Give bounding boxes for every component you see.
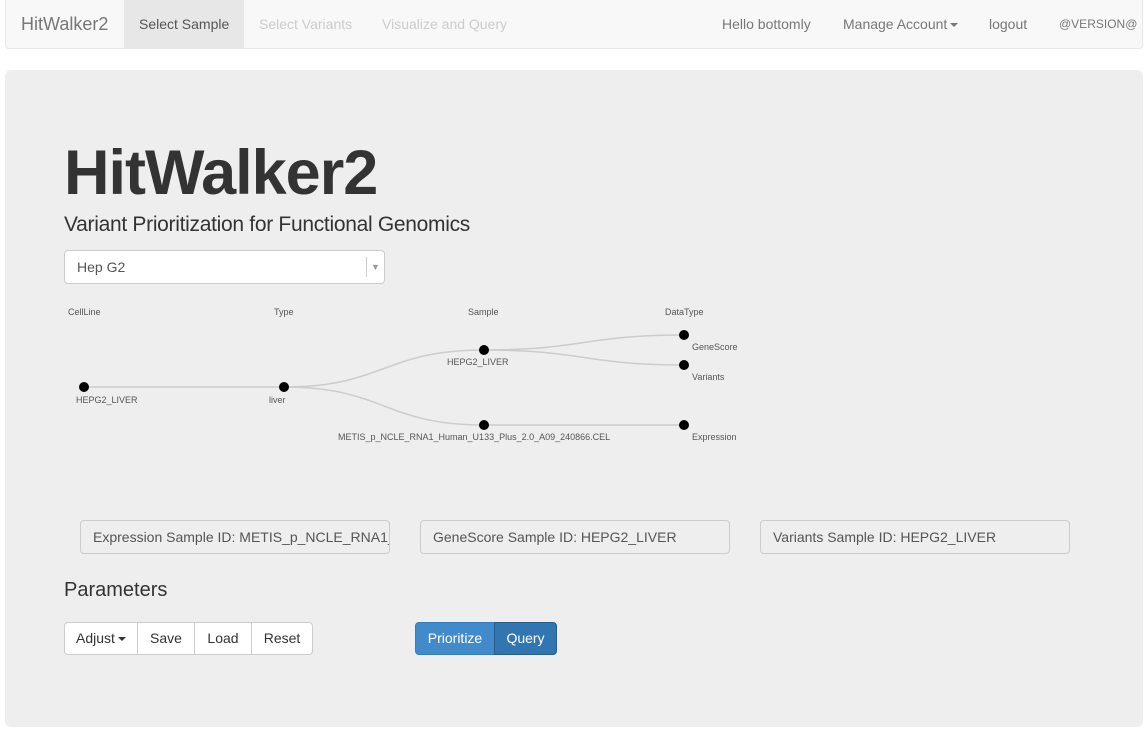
graph-column-cellline: CellLine bbox=[68, 307, 101, 317]
sample-graph: CellLine Type Sample DataType HEPG2_LIVE… bbox=[68, 307, 738, 442]
label-genescore: GeneScore bbox=[692, 342, 738, 352]
parameters-heading: Parameters bbox=[64, 579, 168, 601]
node-sample-hepg2[interactable] bbox=[479, 345, 489, 355]
link-hepg2-variants bbox=[483, 349, 685, 366]
manage-account-label: Manage Account bbox=[843, 16, 948, 32]
label-expression: Expression bbox=[692, 432, 737, 442]
graph-column-datatype: DataType bbox=[665, 307, 704, 317]
link-hepg2-genescore bbox=[483, 334, 685, 351]
main-panel: HitWalker2 Variant Prioritization for Fu… bbox=[5, 70, 1143, 727]
graph-column-type: Type bbox=[274, 307, 294, 317]
reset-button[interactable]: Reset bbox=[251, 622, 313, 655]
link-type-hepg2 bbox=[283, 349, 485, 388]
label-cellline: HEPG2_LIVER bbox=[76, 395, 138, 405]
query-button[interactable]: Query bbox=[494, 622, 557, 655]
node-variants[interactable] bbox=[679, 360, 689, 370]
version-label: @VERSION@ bbox=[1059, 17, 1138, 31]
node-cellline[interactable] bbox=[79, 382, 89, 392]
manage-account-dropdown[interactable]: Manage Account bbox=[843, 0, 959, 48]
tab-select-variants[interactable]: Select Variants bbox=[259, 0, 352, 48]
node-genescore[interactable] bbox=[679, 330, 689, 340]
node-sample-metis[interactable] bbox=[479, 420, 489, 430]
expression-sample-id-field: Expression Sample ID: METIS_p_NCLE_RNA1_… bbox=[80, 520, 390, 554]
save-button[interactable]: Save bbox=[137, 622, 195, 655]
logout-link[interactable]: logout bbox=[989, 0, 1027, 48]
adjust-button-label: Adjust bbox=[76, 630, 115, 646]
chevron-down-icon bbox=[950, 23, 959, 28]
genescore-sample-id-field: GeneScore Sample ID: HEPG2_LIVER bbox=[420, 520, 730, 554]
tab-select-sample[interactable]: Select Sample bbox=[124, 0, 245, 48]
load-button[interactable]: Load bbox=[194, 622, 252, 655]
label-variants: Variants bbox=[692, 372, 725, 382]
adjust-button[interactable]: Adjust bbox=[64, 622, 138, 655]
graph-links bbox=[84, 334, 685, 426]
user-greeting: Hello bottomly bbox=[722, 16, 811, 32]
brand-logo[interactable]: HitWalker2 bbox=[21, 0, 108, 48]
tab-visualize-and-query[interactable]: Visualize and Query bbox=[382, 0, 507, 48]
label-sample-metis: METIS_p_NCLE_RNA1_Human_U133_Plus_2.0_A0… bbox=[338, 432, 610, 442]
variants-sample-id-field: Variants Sample ID: HEPG2_LIVER bbox=[760, 520, 1070, 554]
prioritize-button[interactable]: Prioritize bbox=[415, 622, 495, 655]
graph-column-sample: Sample bbox=[468, 307, 499, 317]
label-type: liver bbox=[269, 395, 286, 405]
link-type-metis bbox=[283, 386, 485, 426]
label-sample-hepg2: HEPG2_LIVER bbox=[447, 357, 509, 367]
top-navbar: HitWalker2 Select Sample Select Variants… bbox=[5, 0, 1143, 49]
node-type[interactable] bbox=[279, 382, 289, 392]
node-expression[interactable] bbox=[679, 420, 689, 430]
chevron-down-icon bbox=[117, 637, 126, 642]
